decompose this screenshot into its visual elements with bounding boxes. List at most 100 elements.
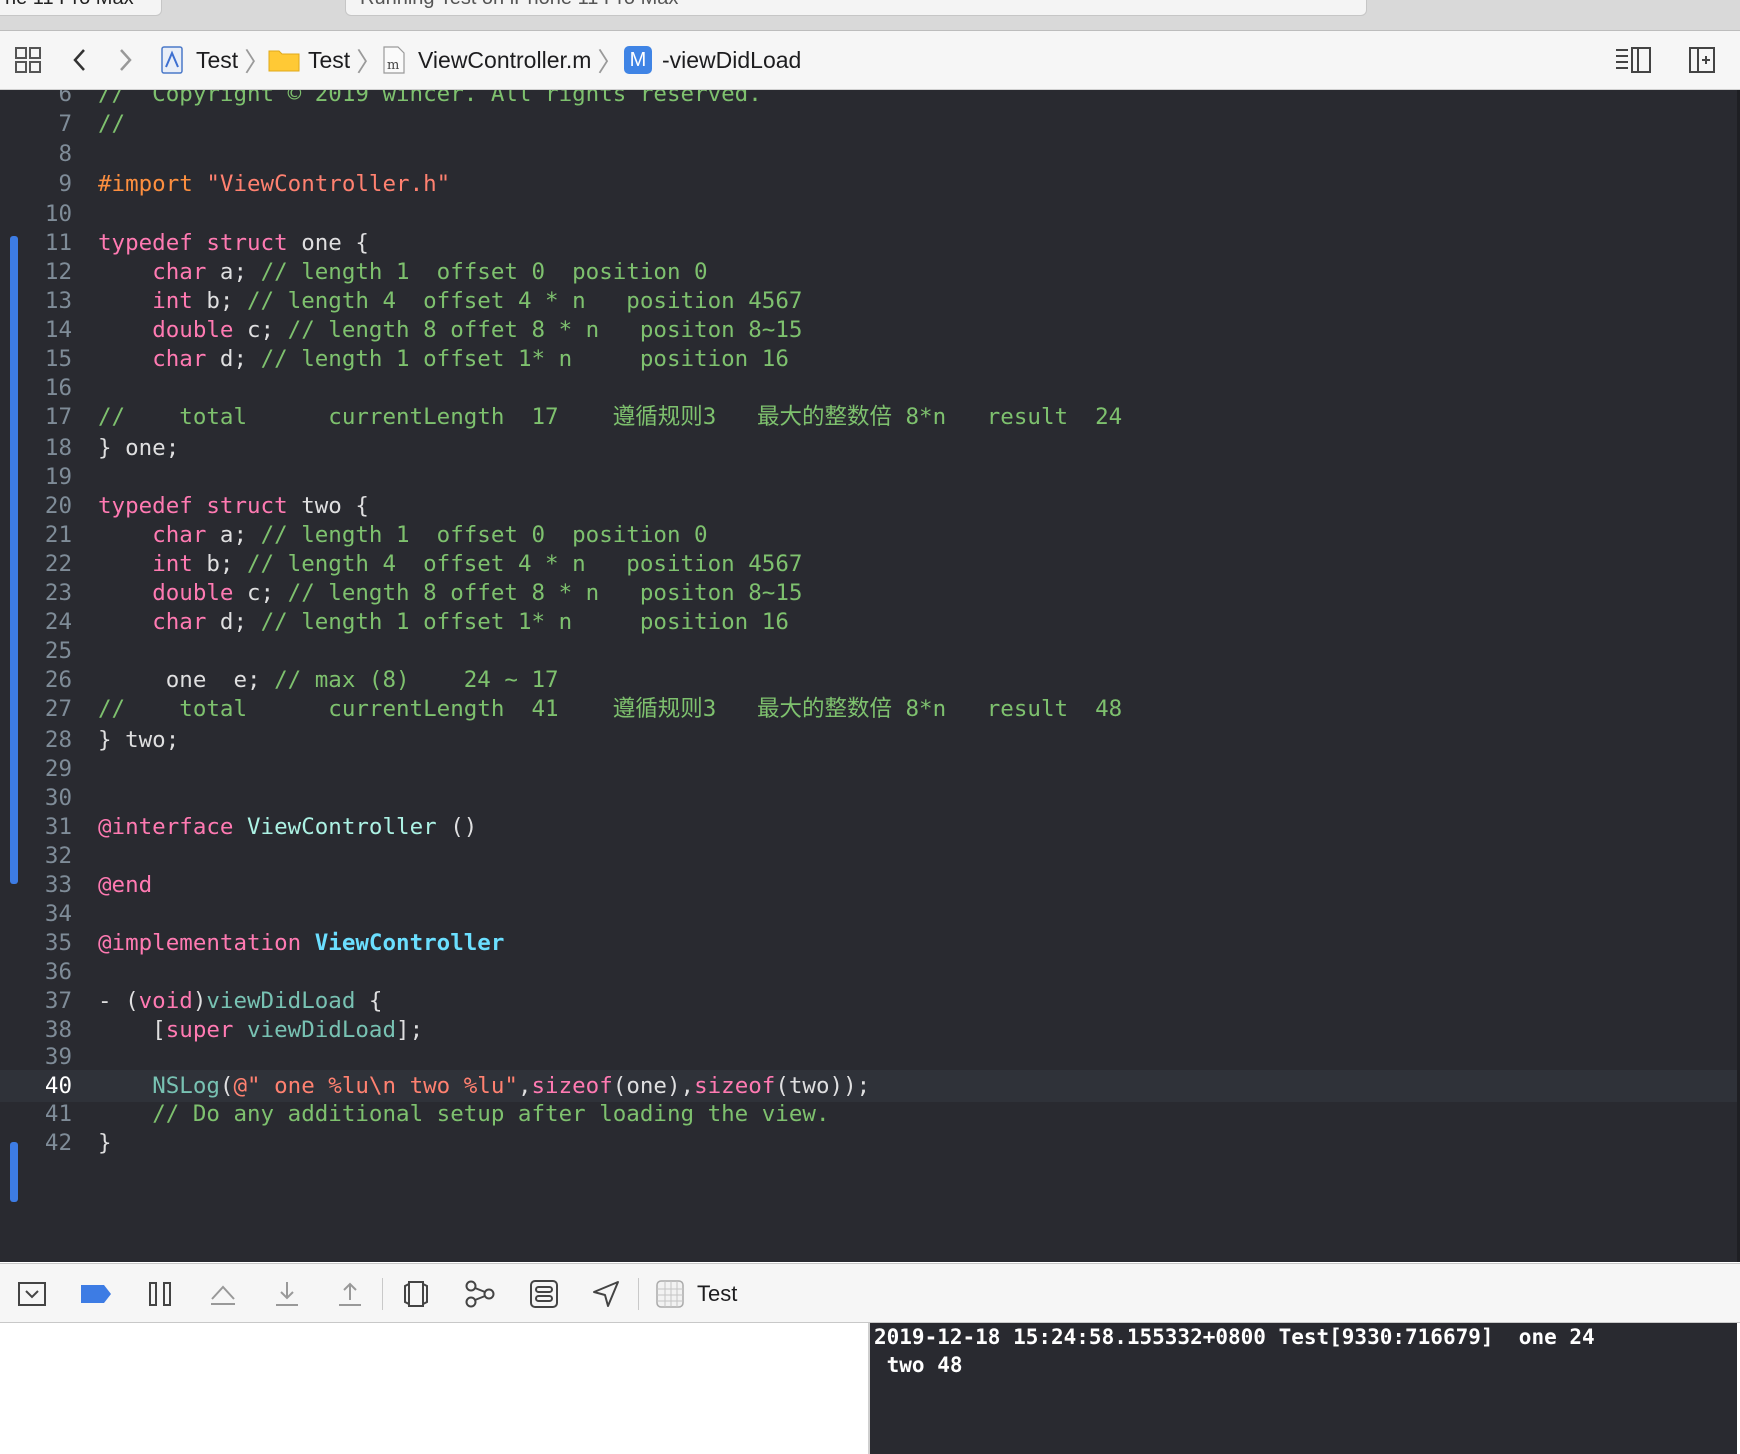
breadcrumb-method[interactable]: M -viewDidLoad <box>624 31 801 89</box>
pause-button[interactable] <box>144 1278 176 1310</box>
line-number[interactable]: 30 <box>0 782 72 814</box>
code-line[interactable]: 35 @implementation ViewController <box>0 927 1737 959</box>
process-selector[interactable]: Test <box>655 1278 737 1310</box>
line-number[interactable]: 11 <box>0 227 72 259</box>
code-line[interactable]: 14 double c; // length 8 offet 8 * n pos… <box>0 314 1737 346</box>
simulate-location-button[interactable] <box>590 1278 622 1310</box>
code-line[interactable]: 27 // total currentLength 41 遵循规则3 最大的整数倍… <box>0 693 1737 725</box>
line-number[interactable]: 27 <box>0 693 72 725</box>
code-line[interactable]: 41 // Do any additional setup after load… <box>0 1098 1737 1130</box>
code-line[interactable]: 42} <box>0 1127 1737 1159</box>
line-number[interactable]: 37 <box>0 985 72 1017</box>
line-number[interactable]: 28 <box>0 724 72 756</box>
line-number[interactable]: 42 <box>0 1127 72 1159</box>
step-over-button[interactable] <box>207 1278 239 1310</box>
line-number[interactable]: 33 <box>0 869 72 901</box>
related-items-button[interactable] <box>14 31 42 89</box>
forward-button[interactable] <box>115 31 135 89</box>
code-line[interactable]: 32 <box>0 840 1737 872</box>
code-line[interactable]: 8 <box>0 138 1737 170</box>
code-text: @interface ViewController () <box>98 814 478 840</box>
line-number[interactable]: 36 <box>0 956 72 988</box>
hide-debug-area-button[interactable] <box>16 1278 48 1310</box>
variables-view[interactable] <box>0 1323 868 1454</box>
code-line[interactable]: 6 // Copyright © 2019 wincer. All rights … <box>0 90 1737 110</box>
code-line[interactable]: 30 <box>0 782 1737 814</box>
line-number[interactable]: 22 <box>0 548 72 580</box>
line-number[interactable]: 16 <box>0 372 72 404</box>
step-into-button[interactable] <box>271 1278 303 1310</box>
code-line[interactable]: 15 char d; // length 1 offset 1* n posit… <box>0 343 1737 375</box>
code-line[interactable]: 28} two; <box>0 724 1737 756</box>
code-line[interactable]: 16 <box>0 372 1737 404</box>
code-line[interactable]: 39 <box>0 1041 1737 1073</box>
process-name: Test <box>697 1281 738 1306</box>
project-icon <box>161 46 183 74</box>
line-number[interactable]: 8 <box>0 138 72 170</box>
memory-graph-button[interactable] <box>464 1278 496 1310</box>
line-number[interactable]: 41 <box>0 1098 72 1130</box>
code-line[interactable]: 10 <box>0 198 1737 230</box>
back-button[interactable] <box>70 31 90 89</box>
breakpoints-toggle-button[interactable] <box>80 1278 112 1310</box>
code-line[interactable]: 22 int b; // length 4 offset 4 * n posit… <box>0 548 1737 580</box>
line-number[interactable]: 23 <box>0 577 72 609</box>
code-line[interactable]: 29 <box>0 753 1737 785</box>
source-editor[interactable]: 6 // Copyright © 2019 wincer. All rights … <box>0 90 1737 1262</box>
line-number[interactable]: 15 <box>0 343 72 375</box>
code-line[interactable]: 23 double c; // length 8 offet 8 * n pos… <box>0 577 1737 609</box>
code-line[interactable]: 24 char d; // length 1 offset 1* n posit… <box>0 606 1737 638</box>
line-number[interactable]: 12 <box>0 256 72 288</box>
line-number[interactable]: 17 <box>0 401 72 433</box>
editor-options-button[interactable] <box>1614 31 1652 89</box>
code-line[interactable]: 26 one e; // max (8) 24 ~ 17 <box>0 664 1737 696</box>
related-items-icon <box>15 47 41 73</box>
scheme-device-selector[interactable]: ne 11 Pro Max <box>0 0 162 16</box>
line-number[interactable]: 35 <box>0 927 72 959</box>
code-line[interactable]: 7 // <box>0 108 1737 140</box>
breadcrumb-project[interactable]: Test 〉 <box>160 31 270 89</box>
code-line[interactable]: 12 char a; // length 1 offset 0 position… <box>0 256 1737 288</box>
code-text: char d; // length 1 offset 1* n position… <box>152 609 789 635</box>
line-number[interactable]: 9 <box>0 168 72 200</box>
code-line[interactable]: 20 typedef struct two { <box>0 490 1737 522</box>
line-number[interactable]: 39 <box>0 1041 72 1073</box>
code-line[interactable]: 19 <box>0 461 1737 493</box>
line-number[interactable]: 18 <box>0 432 72 464</box>
window-title-bar: ne 11 Pro Max Running Test on iPhone 11 … <box>0 0 1740 31</box>
line-number[interactable]: 10 <box>0 198 72 230</box>
line-number[interactable]: 29 <box>0 753 72 785</box>
code-line[interactable]: 9 #import "ViewController.h" <box>0 168 1737 200</box>
line-number[interactable]: 24 <box>0 606 72 638</box>
add-editor-button[interactable] <box>1688 31 1716 89</box>
code-line[interactable]: 31 @interface ViewController () <box>0 811 1737 843</box>
code-line[interactable]: 34 <box>0 898 1737 930</box>
line-number[interactable]: 34 <box>0 898 72 930</box>
line-number[interactable]: 20 <box>0 490 72 522</box>
code-line[interactable]: 21 char a; // length 1 offset 0 position… <box>0 519 1737 551</box>
line-number[interactable]: 14 <box>0 314 72 346</box>
line-number[interactable]: 13 <box>0 285 72 317</box>
line-number[interactable]: 6 <box>0 90 72 110</box>
code-line[interactable]: 13 int b; // length 4 offset 4 * n posit… <box>0 285 1737 317</box>
code-line[interactable]: 11 typedef struct one { <box>0 227 1737 259</box>
line-number[interactable]: 7 <box>0 108 72 140</box>
code-line[interactable]: 17 // total currentLength 17 遵循规则3 最大的整数倍… <box>0 401 1737 433</box>
console-output[interactable]: 2019-12-18 15:24:58.155332+0800 Test[933… <box>870 1323 1737 1454</box>
breadcrumb-group[interactable]: Test 〉 <box>268 31 382 89</box>
code-line[interactable]: 36 <box>0 956 1737 988</box>
code-line[interactable]: 33 @end <box>0 869 1737 901</box>
line-number[interactable]: 31 <box>0 811 72 843</box>
line-number[interactable]: 26 <box>0 664 72 696</box>
line-number[interactable]: 25 <box>0 635 72 667</box>
code-line[interactable]: 25 <box>0 635 1737 667</box>
line-number[interactable]: 32 <box>0 840 72 872</box>
view-hierarchy-button[interactable] <box>400 1278 432 1310</box>
environment-overrides-button[interactable] <box>528 1278 560 1310</box>
code-line[interactable]: 37 - (void)viewDidLoad { <box>0 985 1737 1017</box>
breadcrumb-file[interactable]: m ViewController.m 〉 <box>382 31 623 89</box>
code-line[interactable]: 18} one; <box>0 432 1737 464</box>
line-number[interactable]: 21 <box>0 519 72 551</box>
step-out-button[interactable] <box>334 1278 366 1310</box>
line-number[interactable]: 19 <box>0 461 72 493</box>
